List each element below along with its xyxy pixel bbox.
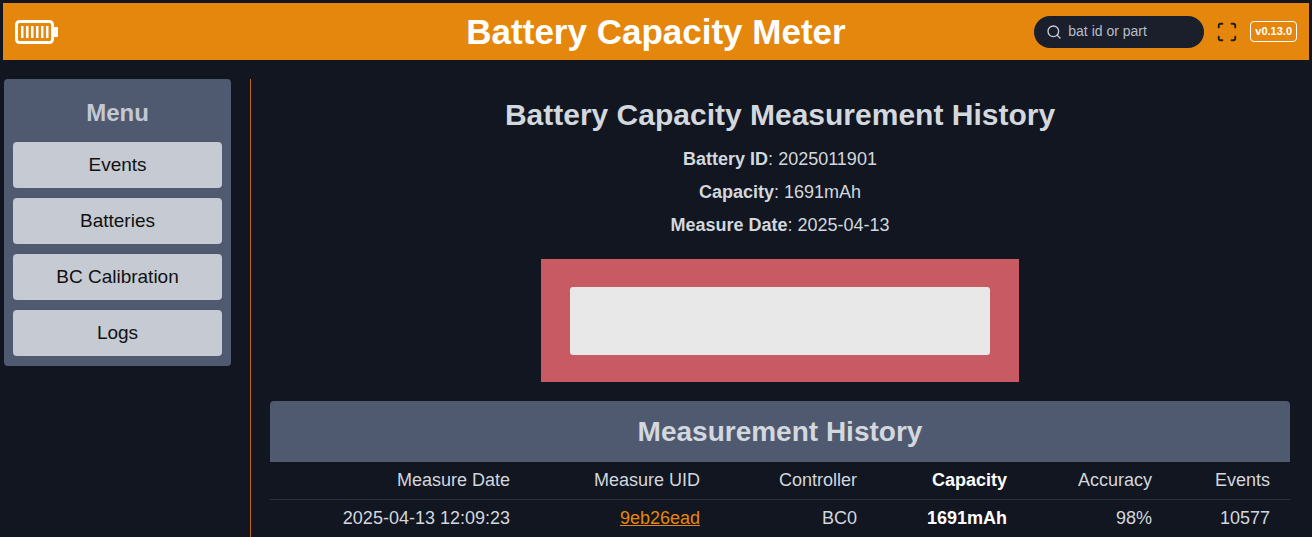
sidebar: Menu Events Batteries BC Calibration Logs [4, 79, 231, 366]
column-header: Measure Date [270, 467, 510, 494]
app: Battery Capacity Meter bat id or part v0.1… [0, 0, 1312, 537]
header: Battery Capacity Meter bat id or part v0.1… [3, 3, 1309, 60]
table-cell: 98% [1007, 505, 1152, 532]
table-cell: 2025-04-13 12:09:23 [270, 505, 510, 532]
table-cell: 1691mAh [857, 505, 1007, 532]
sidebar-item[interactable]: Events [13, 142, 222, 188]
detail-field: Capacity: 1691mAh [699, 176, 861, 209]
search-icon [1046, 24, 1062, 40]
column-header: Accuracy [1007, 467, 1152, 494]
battery-photo [541, 259, 1019, 382]
column-header: Measure UID [510, 467, 700, 494]
history-section: Measurement HistoryMeasure DateMeasure U… [270, 401, 1290, 537]
battery-details: Battery ID: 2025011901Capacity: 1691mAhM… [670, 143, 889, 242]
fullscreen-icon[interactable] [1216, 21, 1238, 43]
version-badge: v0.13.0 [1250, 21, 1297, 42]
battery-icon [15, 20, 59, 44]
app-title: Battery Capacity Meter [466, 10, 845, 54]
sidebar-item[interactable]: BC Calibration [13, 254, 222, 300]
column-header: Events [1152, 467, 1270, 494]
table-cell: BC0 [700, 505, 857, 532]
sidebar-item[interactable]: Batteries [13, 198, 222, 244]
detail-field: Battery ID: 2025011901 [683, 143, 877, 176]
measure-uid-link[interactable]: 9eb26ead [510, 505, 700, 532]
history-title-bar: Measurement History [270, 401, 1290, 462]
main-content: Battery Capacity Measurement History Batt… [250, 79, 1312, 537]
search-field[interactable]: bat id or part [1034, 16, 1204, 48]
table-cell: 10577 [1152, 505, 1270, 532]
table-row: 2025-04-13 12:09:239eb26eadBC01691mAh98%… [270, 500, 1290, 537]
sidebar-item[interactable]: Logs [13, 310, 222, 356]
table-header: Measure DateMeasure UIDControllerCapacit… [270, 462, 1290, 500]
column-header: Capacity [857, 467, 1007, 494]
detail-field: Measure Date: 2025-04-13 [670, 209, 889, 242]
column-header: Controller [700, 467, 857, 494]
page-title: Battery Capacity Measurement History [505, 97, 1055, 133]
menu-title: Menu [13, 95, 222, 131]
